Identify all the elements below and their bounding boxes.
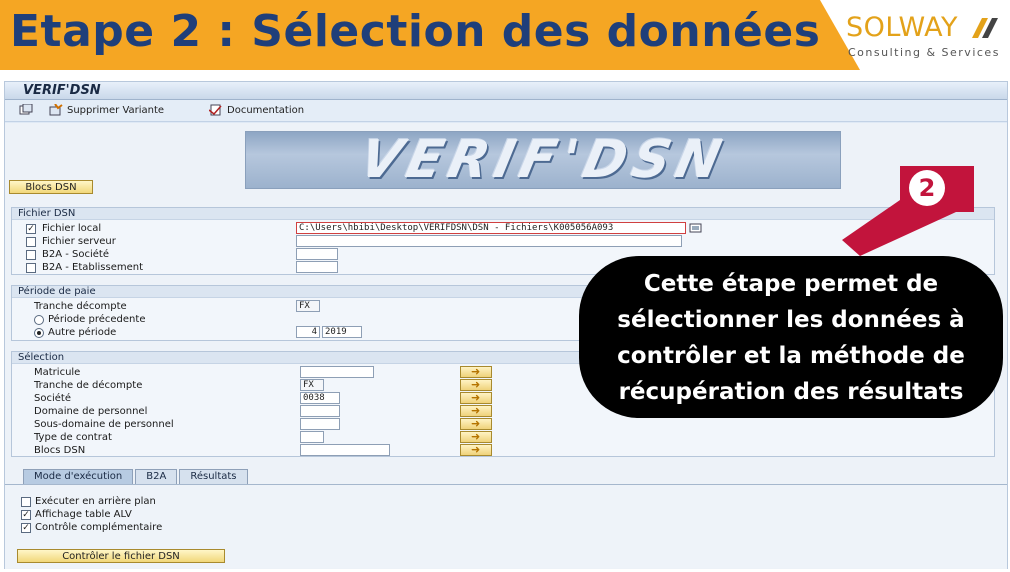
alv-table-label: Affichage table ALV: [35, 509, 132, 520]
fichier-local-label: Fichier local: [42, 223, 102, 234]
blocs-dsn-multiple-selection-button[interactable]: [460, 443, 492, 456]
blocs-dsn-label: Blocs DSN: [34, 445, 86, 456]
step-number-badge: 2: [909, 170, 945, 206]
delete-variant-button[interactable]: Supprimer Variante: [49, 104, 164, 116]
delete-variant-label: Supprimer Variante: [67, 104, 165, 116]
b2a-etablissement-checkbox[interactable]: [26, 263, 36, 273]
fichier-serveur-label: Fichier serveur: [42, 236, 116, 247]
check-dsn-file-button[interactable]: Contrôler le fichier DSN: [17, 549, 225, 563]
type-contrat-input[interactable]: [300, 431, 324, 443]
logo-mark-icon: [972, 18, 998, 38]
domaine-multiple-selection-button[interactable]: [460, 404, 492, 417]
callout-line: sélectionner les données à: [617, 307, 965, 333]
documentation-icon: [209, 104, 222, 116]
variant-icon: [19, 104, 33, 115]
callout-line: Cette étape permet de: [643, 271, 939, 297]
sap-window-title: VERIF'DSN: [23, 83, 101, 98]
delete-variant-icon: [49, 104, 63, 116]
autre-periode-label: Autre période: [48, 327, 117, 338]
sap-titlebar: VERIF'DSN: [5, 82, 1007, 100]
tranche-multiple-selection-button[interactable]: [460, 378, 492, 391]
periode-precedente-radio[interactable]: [34, 315, 44, 325]
logo-name: SOLWAY: [846, 12, 959, 43]
background-exec-label: Exécuter en arrière plan: [35, 496, 156, 507]
alv-table-checkbox[interactable]: ✓: [21, 510, 31, 520]
solway-logo: SOLWAY Consulting & Services: [846, 8, 1006, 64]
tranche-decompte-value: FX: [296, 300, 320, 312]
background-exec-checkbox[interactable]: [21, 497, 31, 507]
b2a-societe-label: B2A - Société: [42, 249, 109, 260]
type-contrat-label: Type de contrat: [34, 432, 112, 443]
browse-icon: [689, 223, 702, 233]
complementary-control-label: Contrôle complémentaire: [35, 522, 163, 533]
sous-domaine-multiple-selection-button[interactable]: [460, 417, 492, 430]
verif-dsn-banner-image: VERIF'DSN: [245, 130, 841, 190]
sap-toolbar: Supprimer Variante Documentation: [5, 100, 1007, 122]
tranche-de-decompte-label: Tranche de décompte: [34, 380, 143, 391]
domaine-personnel-label: Domaine de personnel: [34, 406, 148, 417]
complementary-control-checkbox[interactable]: ✓: [21, 523, 31, 533]
tab-strip: Mode d'exécution B2A Résultats: [23, 469, 248, 485]
server-file-input[interactable]: [296, 235, 682, 247]
period-month-input[interactable]: 4: [296, 326, 320, 338]
b2a-etablissement-input[interactable]: [296, 261, 338, 273]
domaine-personnel-input[interactable]: [300, 405, 340, 417]
save-variant-button[interactable]: [19, 104, 33, 116]
callout-line: contrôler et la méthode de: [617, 343, 965, 369]
blocs-dsn-button[interactable]: Blocs DSN: [9, 180, 93, 194]
societe-label: Société: [34, 393, 71, 404]
documentation-button[interactable]: Documentation: [209, 104, 304, 116]
browse-file-button[interactable]: [689, 222, 703, 234]
b2a-societe-input[interactable]: [296, 248, 338, 260]
tab-b2a[interactable]: B2A: [135, 469, 178, 485]
type-contrat-multiple-selection-button[interactable]: [460, 430, 492, 443]
documentation-label: Documentation: [227, 104, 305, 116]
callout-pointer: [842, 166, 974, 256]
verif-dsn-banner-text: VERIF'DSN: [354, 130, 732, 190]
societe-multiple-selection-button[interactable]: [460, 391, 492, 404]
blocs-dsn-input[interactable]: [300, 444, 390, 456]
tranche-decompte-label: Tranche décompte: [34, 301, 127, 312]
sous-domaine-personnel-input[interactable]: [300, 418, 340, 430]
matricule-input[interactable]: [300, 366, 374, 378]
matricule-multiple-selection-button[interactable]: [460, 365, 492, 378]
tab-resultats[interactable]: Résultats: [179, 469, 248, 485]
execution-panel: Exécuter en arrière plan ✓ Affichage tab…: [5, 484, 1007, 568]
logo-tagline: Consulting & Services: [848, 46, 1000, 59]
fichier-serveur-checkbox[interactable]: [26, 237, 36, 247]
periode-precedente-label: Période précedente: [48, 314, 146, 325]
period-year-input[interactable]: 2019: [322, 326, 362, 338]
slide-title: Etape 2 : Sélection des données: [10, 6, 821, 57]
fichier-local-checkbox[interactable]: ✓: [26, 224, 36, 234]
local-file-path-input[interactable]: C:\Users\hbibi\Desktop\VERIFDSN\DSN - Fi…: [296, 222, 686, 234]
societe-input[interactable]: 0038: [300, 392, 340, 404]
b2a-societe-checkbox[interactable]: [26, 250, 36, 260]
explanation-callout: Cette étape permet de sélectionner les d…: [579, 256, 1003, 418]
b2a-etablissement-label: B2A - Etablissement: [42, 262, 144, 273]
matricule-label: Matricule: [34, 367, 81, 378]
tranche-de-decompte-input[interactable]: FX: [300, 379, 324, 391]
sous-domaine-personnel-label: Sous-domaine de personnel: [34, 419, 174, 430]
autre-periode-radio[interactable]: [34, 328, 44, 338]
callout-line: récupération des résultats: [618, 379, 964, 405]
slide: Etape 2 : Sélection des données SOLWAY C…: [0, 0, 1010, 572]
tab-mode-execution[interactable]: Mode d'exécution: [23, 469, 134, 485]
